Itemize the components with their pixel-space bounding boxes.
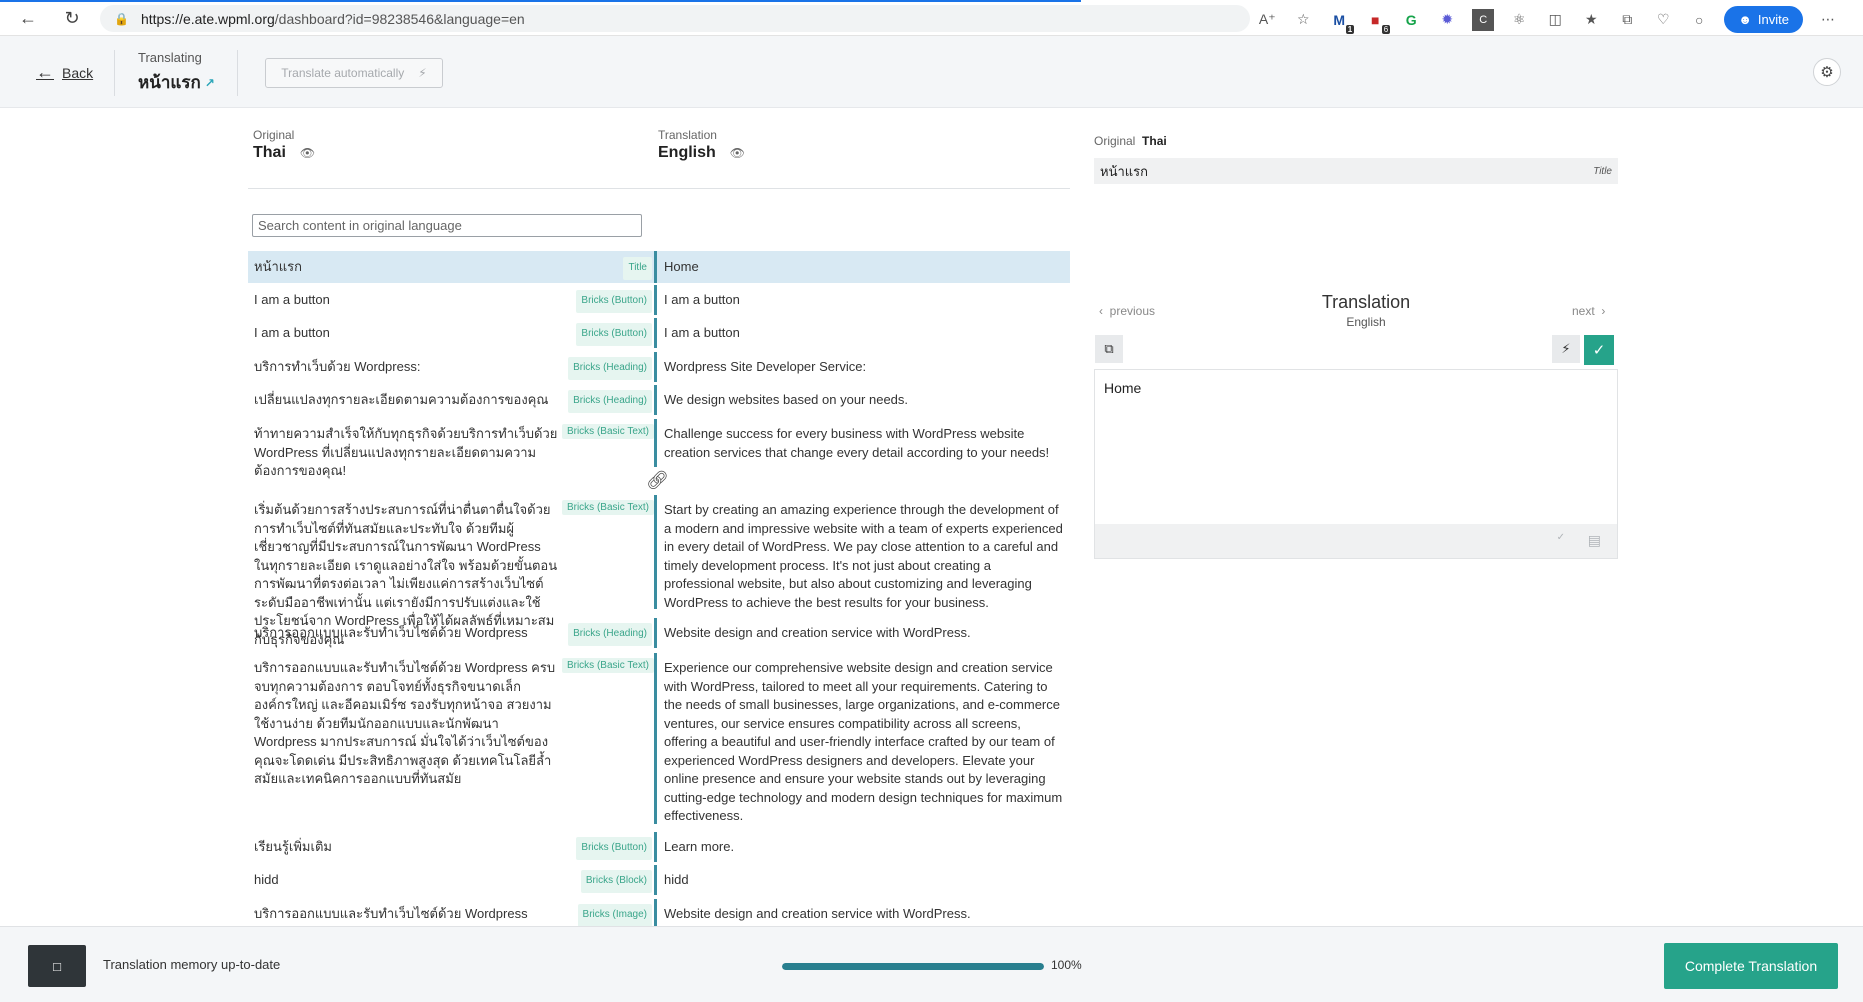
segment-row[interactable]: บริการออกแบบและรับทำเว็บไซต์ด้วย Wordpre… <box>248 618 1070 648</box>
copy-source-icon[interactable]: ⧉ <box>1095 335 1123 363</box>
search-input[interactable] <box>252 214 642 237</box>
puzzle-extensions-icon[interactable]: ⚛ <box>1508 9 1530 31</box>
external-link-icon[interactable]: ↗ <box>205 76 215 90</box>
back-link[interactable]: ← Back <box>36 62 93 83</box>
segment-row[interactable]: เปลี่ยนแปลงทุกรายละเอียดตามความต้องการขอ… <box>248 385 1070 415</box>
panel-translation-title: Translation English <box>1321 292 1411 329</box>
chevron-left-icon: ‹ <box>1099 304 1103 318</box>
segment-row[interactable]: hidd Bricks (Block) hidd <box>248 865 1070 895</box>
browser-back-icon[interactable]: ← <box>10 0 46 36</box>
translating-label: Translating <box>138 50 202 65</box>
more-menu-icon[interactable]: ⋯ <box>1817 9 1839 31</box>
translate-automatically-button[interactable]: Translate automatically ⚡︎ <box>265 58 443 88</box>
header-divider <box>237 50 238 96</box>
sparkle-extension-icon[interactable]: ✹ <box>1436 9 1458 31</box>
browser-toolbar: ← ↻ 🔒 https://e.ate.wpml.org/dashboard?i… <box>0 0 1863 36</box>
calendar-extension-icon[interactable]: ■ 6 <box>1364 9 1391 34</box>
complete-translation-button[interactable]: Complete Translation <box>1664 943 1838 989</box>
editor-header: ← Back Translating หน้าแรก ↗ Translate au… <box>0 36 1863 108</box>
progress-percent: 100% <box>1051 958 1082 972</box>
editor-toolbar: ✓ ▤ <box>1095 524 1617 558</box>
spellcheck-icon[interactable]: ✓ <box>1557 532 1565 543</box>
arrow-left-icon: ← <box>36 62 54 82</box>
collections-icon[interactable]: ⧉ <box>1616 9 1638 31</box>
previous-segment-link[interactable]: ‹ previous <box>1099 304 1155 318</box>
url-path: /dashboard?id=98238546&language=en <box>274 10 525 27</box>
original-language-heading: Original Thai 👁︎ <box>253 128 316 161</box>
page-load-progress <box>0 0 1081 2</box>
page-title: หน้าแรก <box>138 73 201 92</box>
comment-icon[interactable]: □ <box>28 945 86 987</box>
progress-fill <box>782 963 1044 970</box>
read-aloud-icon[interactable]: A⁺ <box>1256 9 1278 31</box>
favorite-star-icon[interactable]: ☆ <box>1292 9 1314 31</box>
invite-button[interactable]: ☻ Invite <box>1724 6 1803 33</box>
heading-divider <box>248 188 1070 189</box>
segment-row[interactable]: I am a button Bricks (Button) I am a butt… <box>248 285 1070 315</box>
glossary-icon[interactable]: ▤ <box>1588 532 1601 549</box>
refresh-icon[interactable]: ↻ <box>54 0 90 36</box>
c-extension-icon[interactable]: C <box>1472 8 1495 31</box>
segment-list: หน้าแรก Title Home I am a button Bricks (B… <box>248 251 1070 926</box>
next-segment-link[interactable]: next › <box>1572 304 1605 318</box>
segment-row[interactable]: หน้าแรก Title Home <box>248 251 1070 283</box>
lightning-icon: ⚡︎ <box>418 66 427 80</box>
lightning-icon[interactable]: ⚡︎ <box>1552 335 1580 363</box>
split-screen-icon[interactable]: ◫ <box>1544 9 1566 31</box>
segment-row[interactable]: ท้าทายความสำเร็จให้กับทุกธุรกิจด้วยบริกา… <box>248 419 1070 478</box>
panel-source-text: หน้าแรก Title <box>1094 158 1618 184</box>
settings-gear-icon[interactable]: ⚙ <box>1813 58 1841 86</box>
progress-bar <box>782 963 1044 970</box>
panel-original-heading: Original Thai <box>1094 134 1167 148</box>
invite-person-icon: ☻ <box>1738 12 1752 27</box>
editor-text[interactable]: Home <box>1104 380 1141 396</box>
hide-eye-icon[interactable]: 👁︎ <box>300 146 315 160</box>
editor-footer: □ Translation memory up-to-date 100% Com… <box>0 926 1863 1002</box>
translating-info: Translating หน้าแรก ↗ <box>138 50 215 96</box>
segment-row[interactable]: เรียนรู้เพิ่มเติม Bricks (Button) Learn m… <box>248 832 1070 862</box>
segment-row[interactable]: เริ่มต้นด้วยการสร้างประสบการณ์ที่น่าตื่น… <box>248 495 1070 647</box>
browser-extensions: A⁺ ☆ M1 ■ 6 G ✹ C ⚛ ◫ ★ ⧉ ♡ ○ ☻ Invite ⋯ <box>1256 6 1839 34</box>
segment-row[interactable]: บริการออกแบบและรับทำเว็บไซต์ด้วย Wordpre… <box>248 653 1070 824</box>
favorites-icon[interactable]: ★ <box>1580 9 1602 31</box>
feedback-icon[interactable]: ○ <box>1688 9 1710 31</box>
hide-eye-icon[interactable]: 👁︎ <box>730 146 745 160</box>
url-host: https://e.ate.wpml.org <box>140 10 275 27</box>
segment-row[interactable]: บริการทำเว็บด้วย Wordpress: Bricks (Headi… <box>248 352 1070 382</box>
grammarly-icon[interactable]: G <box>1400 9 1422 31</box>
translation-language-heading: Translation English 👁︎ <box>658 128 746 161</box>
address-bar[interactable]: 🔒 https://e.ate.wpml.org/dashboard?id=98… <box>100 5 1250 32</box>
chevron-right-icon: › <box>1601 304 1606 318</box>
lock-icon: 🔒 <box>114 11 129 26</box>
browser-essentials-icon[interactable]: ♡ <box>1652 9 1674 31</box>
segment-row[interactable]: บริการออกแบบและรับทำเว็บไซต์ด้วย Wordpre… <box>248 899 1070 926</box>
memory-status: Translation memory up-to-date <box>103 957 281 972</box>
translation-editor[interactable]: Home ✓ ▤ <box>1094 369 1618 559</box>
mail-extension-icon[interactable]: M1 <box>1328 9 1355 34</box>
confirm-check-icon[interactable]: ✓ <box>1584 335 1614 365</box>
segment-row[interactable]: I am a button Bricks (Button) I am a butt… <box>248 318 1070 348</box>
header-divider <box>114 50 115 96</box>
link-segments-icon[interactable]: 🔗︎ <box>646 470 669 491</box>
